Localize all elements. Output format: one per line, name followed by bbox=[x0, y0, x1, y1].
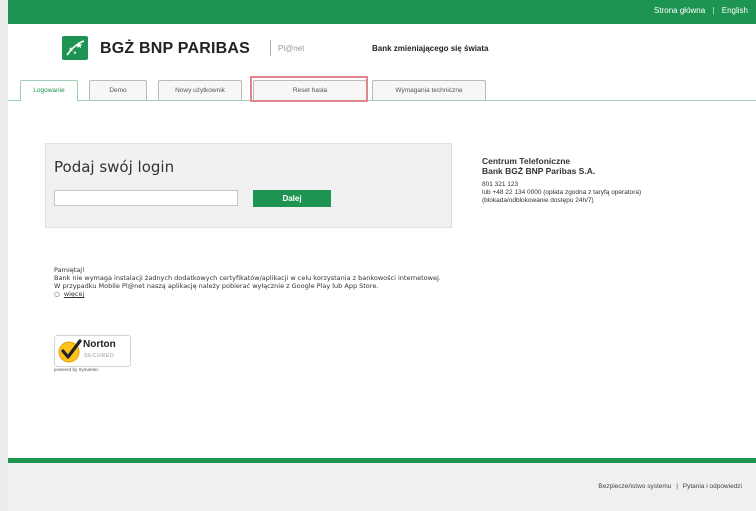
contact-bank-name: Bank BGŻ BNP Paribas S.A. bbox=[482, 166, 596, 176]
contact-hours: (blokada/odblokowanie dostępu 24h/7) bbox=[482, 197, 594, 204]
contact-info: Centrum Telefoniczne Bank BGŻ BNP Pariba… bbox=[482, 156, 641, 205]
brand-name: BGŻ BNP PARIBAS bbox=[100, 40, 250, 57]
norton-secured: SECURED bbox=[84, 353, 115, 359]
english-link[interactable]: English bbox=[722, 6, 748, 15]
page: Strona główna | English BGŻ BNP PARIBAS … bbox=[8, 0, 756, 511]
product-name: Pl@net bbox=[278, 44, 305, 53]
footer-links: Bezpieczeństwo systemu | Pytania i odpow… bbox=[598, 483, 742, 490]
more-link[interactable]: więcej bbox=[64, 290, 85, 298]
more-row: ○ więcej bbox=[54, 290, 454, 298]
footer: Bezpieczeństwo systemu | Pytania i odpow… bbox=[8, 463, 756, 511]
brand-slogan: Bank zmieniającego się świata bbox=[372, 44, 489, 53]
reset-tab-highlight bbox=[250, 76, 368, 102]
next-button[interactable]: Dalej bbox=[253, 190, 331, 207]
home-link[interactable]: Strona główna bbox=[654, 6, 705, 15]
top-links-separator: | bbox=[712, 6, 715, 15]
tab-bar: Logowanie Demo Nowy użytkownik Reset has… bbox=[8, 72, 756, 101]
tab-logowanie[interactable]: Logowanie bbox=[20, 80, 78, 101]
top-links: Strona główna | English bbox=[654, 6, 748, 15]
footer-separator: | bbox=[676, 483, 678, 490]
norton-check-icon bbox=[58, 339, 82, 363]
faq-link[interactable]: Pytania i odpowiedzi bbox=[683, 483, 742, 490]
norton-badge: Norton SECURED bbox=[54, 335, 131, 367]
notice-line-2: W przypadku Mobile Pl@net naszą aplikacj… bbox=[54, 282, 379, 290]
tab-demo[interactable]: Demo bbox=[89, 80, 147, 100]
norton-name: Norton bbox=[83, 339, 116, 350]
login-input[interactable] bbox=[54, 190, 238, 206]
contact-phone: 801 321 123 bbox=[482, 181, 519, 188]
contact-phone-alt: lub +48 22 134 0000 (opłata zgodna z tar… bbox=[482, 189, 642, 196]
tab-nowy-uzytkownik[interactable]: Nowy użytkownik bbox=[158, 80, 242, 100]
notice-line-1: Bank nie wymaga instalacji żadnych dodat… bbox=[54, 274, 441, 282]
tab-wymagania-techniczne[interactable]: Wymagania techniczne bbox=[372, 80, 486, 100]
login-title: Podaj swój login bbox=[54, 158, 175, 176]
security-link[interactable]: Bezpieczeństwo systemu bbox=[598, 483, 671, 490]
bullet-icon: ○ bbox=[54, 290, 60, 298]
header: BGŻ BNP PARIBAS Pl@net Bank zmieniająceg… bbox=[8, 24, 756, 70]
bnp-stars-logo-icon[interactable] bbox=[62, 36, 88, 60]
contact-title: Centrum Telefoniczne bbox=[482, 156, 571, 166]
norton-powered: powered by Symantec bbox=[54, 367, 99, 372]
notice-heading: Pamiętaj! bbox=[54, 266, 85, 274]
security-notice: Pamiętaj! Bank nie wymaga instalacji żad… bbox=[54, 266, 454, 298]
brand-divider bbox=[270, 40, 271, 56]
norton-seal[interactable]: Norton SECURED powered by Symantec bbox=[54, 335, 134, 375]
login-panel: Podaj swój login Dalej bbox=[45, 143, 452, 228]
top-bar: Strona główna | English bbox=[8, 0, 756, 24]
